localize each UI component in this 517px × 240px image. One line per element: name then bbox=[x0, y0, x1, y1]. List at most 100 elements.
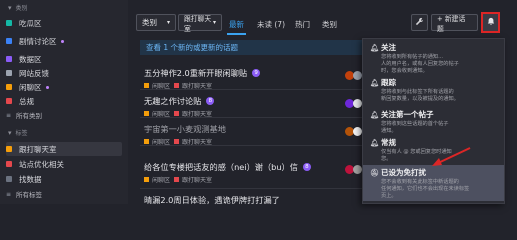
notification-option-tracking[interactable]: 🔔︎ 跟踪 您将收到与此标签下所有话题的 新回复数量，以及被提及的通知。 bbox=[363, 75, 504, 102]
sidebar-item-category[interactable]: 闲聊区 bbox=[6, 80, 122, 94]
topic-row[interactable]: 宇宙第一小麦观测基地 闲聊区 跟打聊天室 bbox=[144, 123, 362, 146]
bell-icon: 🔔︎ bbox=[370, 110, 379, 119]
sidebar-item-label: 跟打聊天室 bbox=[19, 144, 57, 154]
topic-row[interactable]: 晴漏2.0周日体验，遇诡伊牌打打漏了 bbox=[144, 194, 362, 216]
chevron-down-icon[interactable]: ▾ bbox=[8, 129, 12, 137]
tag-color-swatch bbox=[6, 176, 12, 182]
sidebar-item-label: 站点优化相关 bbox=[19, 159, 64, 169]
sidebar-item-tag[interactable]: 找数据 bbox=[6, 172, 122, 186]
new-topic-label: + 新建话题 bbox=[437, 14, 466, 33]
unread-count-badge: 9 bbox=[252, 69, 261, 77]
chevron-down-icon[interactable]: ▾ bbox=[8, 4, 12, 12]
option-description: 您将收到与此标签下所有话题的 新回复数量，以及被提及的通知。 bbox=[381, 89, 459, 102]
bell-icon bbox=[487, 17, 495, 28]
sidebar-item-label: 数据区 bbox=[19, 54, 42, 64]
chevron-down-icon: ▾ bbox=[166, 19, 170, 26]
sidebar-item-label: 所有类别 bbox=[16, 112, 43, 120]
notification-option-watching[interactable]: 🔔︎ 关注 您将收到所有帖子的通知... 人的用户名，或有人回复您的帖子 时，您会收到… bbox=[363, 40, 504, 74]
bell-icon: 🔔︎ bbox=[370, 138, 379, 147]
tab-unread[interactable]: 未读 (7) bbox=[257, 19, 285, 30]
sidebar-item-label: 所有标签 bbox=[16, 191, 43, 199]
new-dot-indicator bbox=[60, 39, 64, 43]
sidebar-item-category[interactable]: 剧情讨论区 bbox=[6, 34, 122, 48]
tag-color-swatch bbox=[174, 111, 180, 116]
tab-top[interactable]: 热门 bbox=[295, 19, 310, 30]
avatar[interactable] bbox=[353, 71, 362, 80]
topic-row[interactable]: 无趣之作讨论贴 8 闲聊区 跟打聊天室 bbox=[144, 95, 362, 118]
sidebar-item-label: 剧情讨论区 bbox=[19, 36, 57, 46]
topic-row[interactable]: 给各位专楼把话友的感（nei）谢（bu）信 8 闲聊区 跟打聊天室 bbox=[144, 161, 362, 184]
topic-title[interactable]: 晴漏2.0周日体验，遇诡伊牌打打漏了 bbox=[144, 194, 362, 206]
sidebar-section-tags: ▾ 标签 bbox=[8, 129, 28, 137]
option-label: 已设为免打扰 bbox=[381, 168, 426, 177]
new-topic-button[interactable]: + 新建话题 bbox=[431, 14, 478, 33]
option-label: 跟踪 bbox=[381, 78, 396, 87]
sidebar-item-category[interactable]: 数据区 bbox=[6, 52, 122, 66]
sidebar-item-all-tags[interactable]: ≡ 所有标签 bbox=[6, 187, 122, 201]
row-divider bbox=[140, 89, 362, 90]
sidebar-section-categories: ▾ 类别 bbox=[8, 4, 28, 12]
wrench-button[interactable] bbox=[411, 14, 428, 31]
tab-categories[interactable]: 类别 bbox=[322, 19, 337, 30]
notification-option-watching-first-post[interactable]: 🔔︎ 关注第一个帖子 您将收到这些话题的首个帖子 通知。 bbox=[363, 107, 504, 134]
category-color-swatch bbox=[6, 38, 12, 44]
sidebar-item-category[interactable]: 总规 bbox=[6, 94, 122, 108]
bell-slash-icon: 🔕︎ bbox=[370, 168, 379, 177]
category-color-swatch bbox=[144, 177, 149, 182]
topic-row[interactable]: 五分神作2.0重新开眼闲聊贴 9 闲聊区 跟打聊天室 bbox=[144, 67, 362, 90]
poster-avatars bbox=[345, 127, 363, 137]
tag-dropdown-label: 跟打聊天室 bbox=[184, 14, 212, 33]
option-description: 您将收到所有帖子的通知... 人的用户名，或有人回复您的帖子 时，您会收到通知。 bbox=[381, 54, 459, 74]
active-tab-indicator bbox=[227, 33, 246, 35]
notification-level-button[interactable] bbox=[481, 12, 500, 33]
avatar[interactable] bbox=[353, 127, 362, 136]
topic-meta: 闲聊区 跟打聊天室 bbox=[144, 175, 362, 184]
tag-dropdown[interactable]: 跟打聊天室 ▾ bbox=[178, 14, 222, 33]
category-dropdown-label: 类别 bbox=[142, 18, 157, 27]
tab-latest[interactable]: 最新 bbox=[229, 19, 244, 30]
notification-option-muted[interactable]: 🔕︎ 已设为免打扰 您不会收到有关此标签中新话题的 任何通知，它们也不会出现在未读标… bbox=[363, 165, 504, 201]
bell-icon: 🔔︎ bbox=[370, 78, 379, 87]
sidebar-item-category[interactable]: 吃瓜区 bbox=[6, 16, 122, 30]
row-divider bbox=[140, 188, 362, 189]
new-topics-banner[interactable]: 查看 1 个新的或更新的话题 bbox=[140, 40, 362, 55]
tag-color-swatch bbox=[174, 83, 180, 88]
sidebar-item-category[interactable]: 网站反馈 bbox=[6, 66, 122, 80]
avatar[interactable] bbox=[353, 99, 362, 108]
tag-color-swatch bbox=[6, 146, 12, 152]
topic-title[interactable]: 五分神作2.0重新开眼闲聊贴 9 bbox=[144, 67, 362, 79]
category-color-swatch bbox=[6, 84, 12, 90]
category-color-swatch bbox=[6, 20, 12, 26]
option-description: 仅当有人 @ 您或回复您时通知 您。 bbox=[381, 149, 452, 162]
list-icon: ≡ bbox=[6, 191, 12, 198]
tag-color-swatch bbox=[174, 177, 180, 182]
option-description: 您将收到这些话题的首个帖子 通知。 bbox=[381, 121, 449, 134]
option-description: 您不会收到有关此标签中新话题的 任何通知，它们也不会出现在未读标签 页上。 bbox=[381, 179, 470, 199]
sidebar-item-tag-active[interactable]: 跟打聊天室 bbox=[6, 142, 122, 156]
sidebar-item-label: 找数据 bbox=[19, 174, 42, 184]
chevron-down-icon: ▾ bbox=[212, 19, 216, 26]
category-color-swatch bbox=[6, 70, 12, 76]
avatar[interactable] bbox=[353, 165, 362, 174]
wrench-icon bbox=[415, 17, 424, 28]
sidebar-item-tag[interactable]: 站点优化相关 bbox=[6, 157, 122, 171]
sidebar-item-label: 闲聊区 bbox=[19, 82, 42, 92]
poster-avatars bbox=[345, 99, 363, 109]
sidebar-item-all-categories[interactable]: ≡ 所有类别 bbox=[6, 108, 122, 122]
topic-title[interactable]: 宇宙第一小麦观测基地 bbox=[144, 123, 362, 135]
list-icon: ≡ bbox=[6, 112, 12, 119]
option-label: 常规 bbox=[381, 138, 396, 147]
sidebar-item-label: 吃瓜区 bbox=[19, 18, 42, 28]
category-color-swatch bbox=[144, 111, 149, 116]
category-color-swatch bbox=[144, 139, 149, 144]
category-color-swatch bbox=[144, 83, 149, 88]
topic-title[interactable]: 给各位专楼把话友的感（nei）谢（bu）信 8 bbox=[144, 161, 362, 173]
tag-color-swatch bbox=[174, 139, 180, 144]
row-divider bbox=[140, 117, 362, 118]
option-label: 关注 bbox=[381, 43, 396, 52]
category-color-swatch bbox=[6, 98, 12, 104]
notification-option-normal[interactable]: 🔔︎ 常规 仅当有人 @ 您或回复您时通知 您。 bbox=[363, 135, 504, 162]
row-divider bbox=[140, 145, 362, 146]
topic-title[interactable]: 无趣之作讨论贴 8 bbox=[144, 95, 362, 107]
category-dropdown[interactable]: 类别 ▾ bbox=[136, 14, 176, 31]
